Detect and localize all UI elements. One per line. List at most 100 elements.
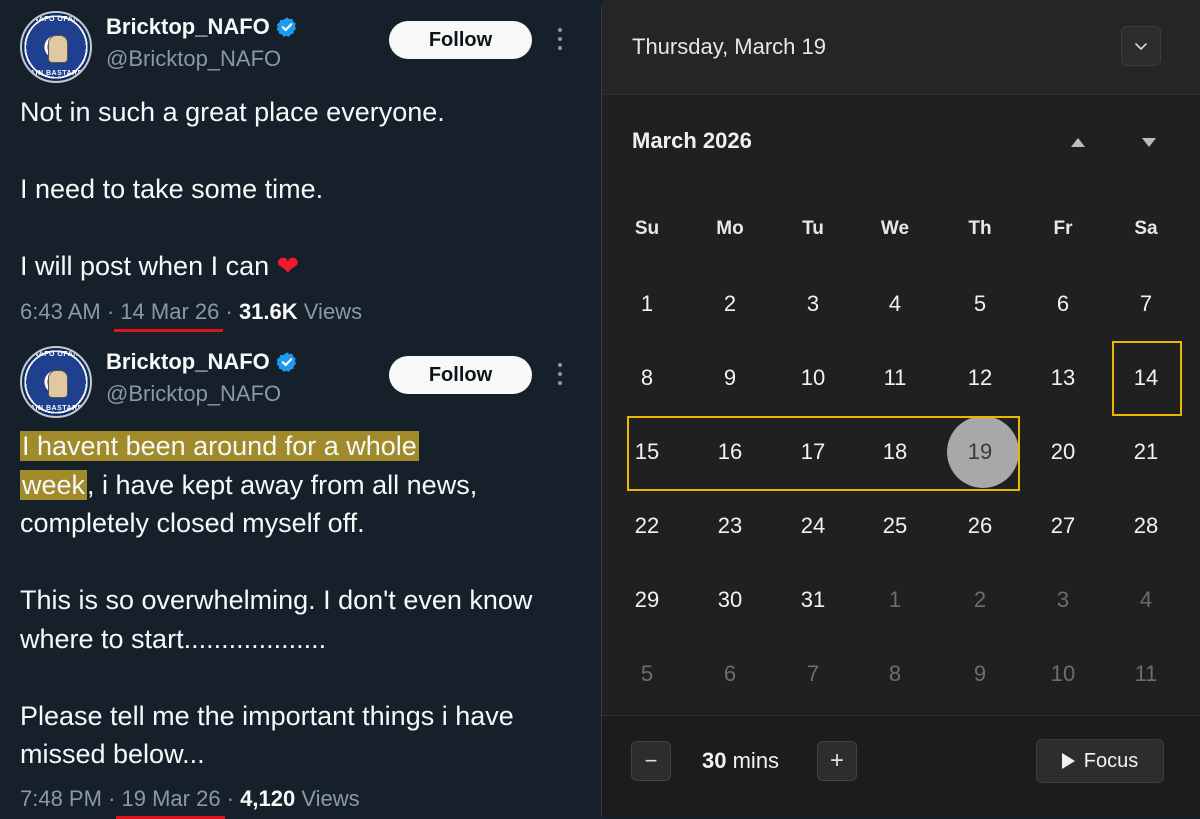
- caret-down-icon: [1142, 137, 1156, 147]
- increase-minutes-button[interactable]: +: [817, 741, 857, 781]
- day-number: 9: [723, 365, 737, 390]
- day-number: 3: [806, 291, 820, 316]
- tweet-time[interactable]: 6:43 AM: [20, 299, 101, 324]
- calendar-day[interactable]: 25: [855, 496, 935, 556]
- day-number: 20: [1050, 439, 1076, 464]
- handle[interactable]: @Bricktop_NAFO: [106, 381, 281, 407]
- tweet-2: NAFO OFAN MAIN BASTARDS Bricktop_NAFO @B…: [0, 335, 590, 819]
- calendar-day-other-month[interactable]: 4: [1106, 570, 1186, 630]
- weekday-label: We: [880, 218, 910, 239]
- day-number: 13: [1050, 365, 1076, 390]
- display-name[interactable]: Bricktop_NAFO: [106, 349, 270, 375]
- month-year-title[interactable]: March 2026: [632, 128, 752, 154]
- tweets-panel: NAFO OFAN MAIN BASTARDS Bricktop_NAFO @B…: [0, 0, 590, 819]
- calendar-day[interactable]: 8: [607, 348, 687, 408]
- tweet-date[interactable]: 19 Mar 26: [115, 786, 225, 819]
- calendar-day[interactable]: 26: [940, 496, 1020, 556]
- day-number: 9: [973, 661, 987, 686]
- collapse-calendar-button[interactable]: [1121, 26, 1161, 66]
- avatar-ring-text-bottom: MAIN BASTARDS: [23, 70, 89, 77]
- highlighted-text: I havent been around for a whole: [20, 431, 419, 461]
- current-date-title: Thursday, March 19: [632, 34, 827, 59]
- tweet-date[interactable]: 14 Mar 26: [114, 299, 224, 332]
- tweet-date-text: 14 Mar 26: [120, 299, 220, 324]
- calendar-day[interactable]: 24: [773, 496, 853, 556]
- meta-separator: ·: [106, 299, 115, 324]
- calendar-day-other-month[interactable]: 6: [690, 644, 770, 704]
- focus-session-bar: − 30 mins + Focus: [602, 715, 1200, 818]
- calendar-day-other-month[interactable]: 3: [1023, 570, 1103, 630]
- highlight-box-15-19: [627, 416, 1020, 491]
- calendar-day-other-month[interactable]: 7: [773, 644, 853, 704]
- tweet-paragraph-text: , i have kept away from all news, comple…: [20, 469, 478, 539]
- weekday-label: Th: [968, 218, 992, 239]
- calendar-day[interactable]: 3: [773, 274, 853, 334]
- day-number: 26: [967, 513, 993, 538]
- calendar-day-other-month[interactable]: 5: [607, 644, 687, 704]
- tweet-meta: 6:43 AM · 14 Mar 26 · 31.6K Views: [20, 299, 363, 332]
- previous-month-button[interactable]: [1064, 130, 1092, 154]
- views-count: 31.6K: [238, 299, 298, 324]
- day-number: 10: [800, 365, 826, 390]
- decrease-minutes-button[interactable]: −: [631, 741, 671, 781]
- day-number: 4: [888, 291, 902, 316]
- calendar-day-other-month[interactable]: 11: [1106, 644, 1186, 704]
- calendar-day[interactable]: 9: [690, 348, 770, 408]
- day-number: 4: [1139, 587, 1153, 612]
- calendar-day[interactable]: 30: [690, 570, 770, 630]
- display-name[interactable]: Bricktop_NAFO: [106, 14, 270, 40]
- calendar-day-other-month[interactable]: 10: [1023, 644, 1103, 704]
- day-number: 21: [1133, 439, 1159, 464]
- calendar-day[interactable]: 27: [1023, 496, 1103, 556]
- calendar-day[interactable]: 20: [1023, 422, 1103, 482]
- tweet-time[interactable]: 7:48 PM: [20, 786, 102, 811]
- calendar-day[interactable]: 4: [855, 274, 935, 334]
- next-month-button[interactable]: [1135, 130, 1163, 154]
- day-number: 3: [1056, 587, 1070, 612]
- day-number: 6: [1056, 291, 1070, 316]
- calendar-day[interactable]: 10: [773, 348, 853, 408]
- day-number: 23: [717, 513, 743, 538]
- calendar-day-other-month[interactable]: 1: [855, 570, 935, 630]
- calendar-day[interactable]: 31: [773, 570, 853, 630]
- weekday-label: Mo: [716, 218, 744, 239]
- focus-minutes-unit: mins: [732, 748, 780, 773]
- follow-button[interactable]: Follow: [389, 21, 532, 59]
- calendar-day[interactable]: 7: [1106, 274, 1186, 334]
- views-label: Views: [303, 299, 363, 324]
- heart-emoji-icon: ❤: [276, 251, 300, 281]
- day-number: 5: [640, 661, 654, 686]
- calendar-day[interactable]: 2: [690, 274, 770, 334]
- day-number: 7: [1139, 291, 1153, 316]
- avatar[interactable]: NAFO OFAN MAIN BASTARDS: [20, 11, 92, 83]
- calendar-day[interactable]: 21: [1106, 422, 1186, 482]
- day-number: 2: [973, 587, 987, 612]
- more-options-icon[interactable]: [552, 22, 568, 56]
- day-number: 28: [1133, 513, 1159, 538]
- calendar-day[interactable]: 11: [855, 348, 935, 408]
- calendar-day[interactable]: 12: [940, 348, 1020, 408]
- focus-button[interactable]: Focus: [1036, 739, 1164, 783]
- more-options-icon[interactable]: [552, 357, 568, 391]
- calendar-day[interactable]: 1: [607, 274, 687, 334]
- calendar-day[interactable]: 5: [940, 274, 1020, 334]
- plus-icon: +: [829, 747, 844, 774]
- calendar-day[interactable]: 28: [1106, 496, 1186, 556]
- avatar[interactable]: NAFO OFAN MAIN BASTARDS: [20, 346, 92, 418]
- calendar-day-other-month[interactable]: 8: [855, 644, 935, 704]
- calendar-day[interactable]: 23: [690, 496, 770, 556]
- follow-button[interactable]: Follow: [389, 356, 532, 394]
- avatar-ring-text-bottom: MAIN BASTARDS: [23, 405, 89, 412]
- calendar-day-other-month[interactable]: 2: [940, 570, 1020, 630]
- day-number: 7: [806, 661, 820, 686]
- calendar-day[interactable]: 22: [607, 496, 687, 556]
- calendar-day[interactable]: 29: [607, 570, 687, 630]
- tweet-text: I havent been around for a whole week, i …: [20, 427, 580, 774]
- calendar-day[interactable]: 6: [1023, 274, 1103, 334]
- tweet-paragraph: I havent been around for a whole week, i …: [20, 427, 580, 543]
- day-number: 27: [1050, 513, 1076, 538]
- handle[interactable]: @Bricktop_NAFO: [106, 46, 281, 72]
- calendar-day-other-month[interactable]: 9: [940, 644, 1020, 704]
- calendar-day[interactable]: 13: [1023, 348, 1103, 408]
- day-number: 31: [800, 587, 826, 612]
